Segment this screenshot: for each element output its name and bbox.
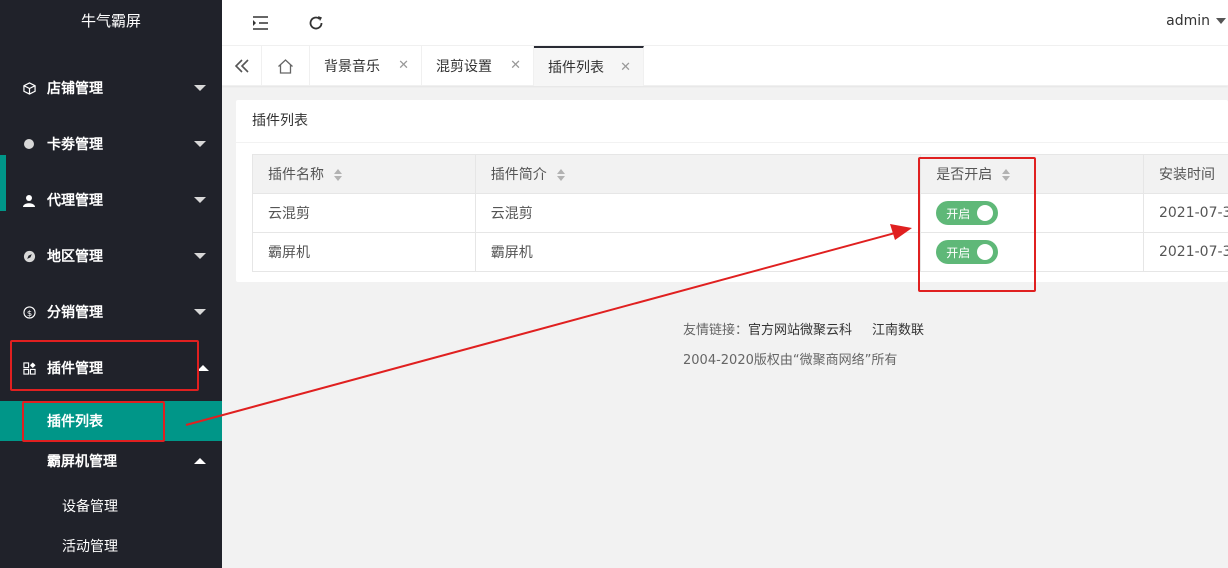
- compass-icon: [22, 249, 36, 263]
- svg-text:$: $: [26, 307, 31, 317]
- username: admin: [1166, 13, 1210, 29]
- sidebar-item-store[interactable]: 店铺管理: [0, 60, 222, 116]
- card-title: 插件列表: [236, 100, 1228, 143]
- tab-plugin-list[interactable]: 插件列表 ✕: [534, 46, 644, 86]
- tabs-scroll-left-icon[interactable]: [222, 46, 262, 86]
- app-logo: 牛气霸屏: [0, 0, 222, 46]
- table-header-row: 插件名称 插件简介 是否开启 安装时间: [252, 154, 1228, 194]
- menu-fold-icon[interactable]: [250, 13, 270, 33]
- user-icon: [22, 193, 36, 207]
- plugin-list-card: 插件列表 插件名称 插件简介 是否开启 安装时间 云混剪 云混剪 开启 2021…: [236, 100, 1228, 282]
- sidebar: 牛气霸屏 店铺管理 卡劵管理 代理管理 地区管理 $ 分销管理 插件管理 插件列…: [0, 0, 222, 568]
- footer-links-label: 友情链接：: [683, 323, 749, 338]
- cell-name: 云混剪: [252, 193, 476, 233]
- close-icon[interactable]: ✕: [620, 60, 631, 75]
- column-header-name[interactable]: 插件名称: [252, 154, 476, 194]
- sidebar-item-label: 卡劵管理: [47, 137, 103, 153]
- tab-background-music[interactable]: 背景音乐 ✕: [310, 46, 422, 86]
- chevron-down-icon: [194, 253, 206, 259]
- sort-icon[interactable]: [556, 169, 565, 181]
- sidebar-subgroup-screen-machine[interactable]: 霸屏机管理: [0, 441, 222, 481]
- column-header-label: 安装时间: [1158, 167, 1215, 183]
- sidebar-item-agents[interactable]: 代理管理: [0, 172, 222, 228]
- footer-links: 友情链接：官方网站微聚云科 江南数联: [683, 319, 924, 338]
- close-icon[interactable]: ✕: [398, 58, 409, 73]
- cell-name: 霸屏机: [252, 232, 476, 272]
- sidebar-item-label: 分销管理: [47, 305, 103, 321]
- tab-label: 背景音乐: [324, 59, 380, 75]
- table-row: 霸屏机 霸屏机 开启 2021-07-31: [252, 232, 1228, 272]
- footer-copyright: 2004-2020版权由“微聚商网络”所有: [683, 353, 898, 368]
- chevron-down-icon: [194, 197, 206, 203]
- column-header-install-time[interactable]: 安装时间: [1142, 154, 1228, 194]
- sidebar-item-label: 地区管理: [47, 249, 103, 265]
- tab-label: 插件列表: [548, 60, 604, 76]
- sidebar-subitem-activities[interactable]: 活动管理: [0, 526, 222, 566]
- sidebar-item-label: 店铺管理: [47, 81, 103, 97]
- sidebar-item-distribution[interactable]: $ 分销管理: [0, 284, 222, 340]
- sidebar-item-coupons[interactable]: 卡劵管理: [0, 116, 222, 172]
- cube-icon: [22, 81, 36, 95]
- home-tab-icon[interactable]: [262, 46, 310, 86]
- footer-link-jiangnan[interactable]: 江南数联: [872, 323, 924, 338]
- cell-install-time: 2021-07-31: [1142, 193, 1228, 233]
- circle-icon: [22, 137, 36, 151]
- plugin-table: 插件名称 插件简介 是否开启 安装时间 云混剪 云混剪 开启 2021-07-3…: [252, 154, 1228, 272]
- sidebar-item-regions[interactable]: 地区管理: [0, 228, 222, 284]
- cell-desc: 云混剪: [474, 193, 922, 233]
- annotation-box-toggles: [918, 157, 1036, 292]
- sort-icon[interactable]: [334, 169, 342, 181]
- close-icon[interactable]: ✕: [510, 58, 521, 73]
- tab-remix-settings[interactable]: 混剪设置 ✕: [422, 46, 534, 86]
- cell-desc: 霸屏机: [474, 232, 922, 272]
- sidebar-item-label: 霸屏机管理: [47, 454, 117, 470]
- sidebar-subitem-devices[interactable]: 设备管理: [0, 486, 222, 526]
- tab-label: 混剪设置: [436, 59, 492, 75]
- chevron-up-icon: [194, 458, 206, 464]
- chevron-down-icon: [1216, 18, 1226, 24]
- column-header-label: 插件名称: [268, 167, 324, 183]
- chevron-down-icon: [194, 309, 206, 315]
- cell-install-time: 2021-07-31: [1142, 232, 1228, 272]
- table-row: 云混剪 云混剪 开启 2021-07-31: [252, 193, 1228, 233]
- annotation-box-plugin-list: [22, 401, 165, 442]
- tab-bar: 背景音乐 ✕ 混剪设置 ✕ 插件列表 ✕: [222, 46, 1228, 86]
- top-header: admin: [222, 0, 1228, 46]
- annotation-box-plugin-menu: [10, 340, 199, 391]
- chevron-down-icon: [194, 141, 206, 147]
- column-header-label: 插件简介: [490, 167, 547, 183]
- chevron-down-icon: [194, 85, 206, 91]
- dollar-icon: $: [22, 305, 36, 319]
- column-header-desc[interactable]: 插件简介: [474, 154, 922, 194]
- refresh-icon[interactable]: [306, 13, 326, 33]
- user-menu[interactable]: admin: [1166, 13, 1226, 29]
- footer-link-official[interactable]: 官方网站微聚云科: [748, 323, 852, 338]
- sidebar-item-label: 代理管理: [47, 193, 103, 209]
